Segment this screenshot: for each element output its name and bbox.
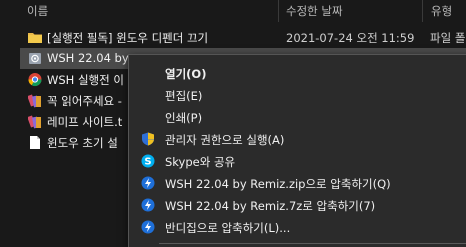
file-name: 꼭 읽어주세요 -: [47, 94, 122, 108]
bandizip-icon: [141, 198, 155, 212]
skype-icon: S: [141, 154, 155, 168]
menu-item-label: 관리자 권한으로 실행(A): [165, 133, 285, 147]
column-header-bar: 이름 수정한 날짜 유형: [0, 0, 466, 22]
file-name: 레미프 사이트.t: [47, 115, 123, 129]
menu-item-label: WSH 22.04 by Remiz.7z로 압축하기(7): [165, 199, 376, 213]
context-menu: 열기(O) 편집(E) 인쇄(P) 관리자 권한으로 실행(A) S Skype…: [128, 54, 466, 247]
file-name: 윈도우 초기 설: [47, 136, 118, 150]
menu-item-run-as-admin[interactable]: 관리자 권한으로 실행(A): [129, 128, 466, 150]
menu-item-label: 편집(E): [165, 89, 203, 103]
file-type: 파일 폴: [430, 31, 466, 45]
zip-archive-icon: [29, 53, 41, 64]
winrar-icon: [28, 94, 41, 108]
file-name: WSH 실행전 이: [47, 73, 124, 87]
menu-item-label: WSH 22.04 by Remiz.zip으로 압축하기(Q): [165, 177, 391, 191]
svg-text:S: S: [144, 157, 151, 168]
menu-item-compress-7z[interactable]: WSH 22.04 by Remiz.7z로 압축하기(7): [129, 194, 466, 216]
column-header-name[interactable]: 이름: [27, 3, 48, 19]
file-name: WSH 22.04 by: [47, 51, 129, 65]
column-divider[interactable]: [422, 0, 423, 22]
menu-item-label: 인쇄(P): [165, 111, 203, 125]
folder-icon: [28, 33, 42, 43]
file-name: [실행전 필독] 윈도우 디펜더 끄기: [47, 31, 209, 45]
menu-item-compress-bandizip[interactable]: 반디집으로 압축하기(L)...: [129, 216, 466, 238]
chrome-icon: [28, 73, 42, 86]
menu-separator: [159, 243, 466, 244]
menu-item-skype-share[interactable]: S Skype와 공유: [129, 150, 466, 172]
bandizip-icon: [141, 176, 155, 190]
document-icon: [30, 136, 40, 149]
menu-item-label: 반디집으로 압축하기(L)...: [165, 221, 291, 235]
menu-item-compress-zip[interactable]: WSH 22.04 by Remiz.zip으로 압축하기(Q): [129, 172, 466, 194]
menu-item-open[interactable]: 열기(O): [129, 62, 466, 84]
menu-item-label: 열기(O): [165, 67, 207, 81]
menu-item-print[interactable]: 인쇄(P): [129, 106, 466, 128]
uac-shield-icon: [142, 132, 154, 146]
bandizip-icon: [141, 220, 155, 234]
winrar-icon: [28, 115, 41, 129]
column-header-type[interactable]: 유형: [431, 3, 452, 19]
menu-item-label: Skype와 공유: [165, 155, 236, 169]
menu-item-edit[interactable]: 편집(E): [129, 84, 466, 106]
file-row[interactable]: [실행전 필독] 윈도우 디펜더 끄기 2021-07-24 오전 11:59 …: [20, 27, 466, 48]
column-divider[interactable]: [278, 0, 279, 22]
file-date: 2021-07-24 오전 11:59: [286, 31, 415, 45]
column-header-date[interactable]: 수정한 날짜: [286, 3, 343, 19]
